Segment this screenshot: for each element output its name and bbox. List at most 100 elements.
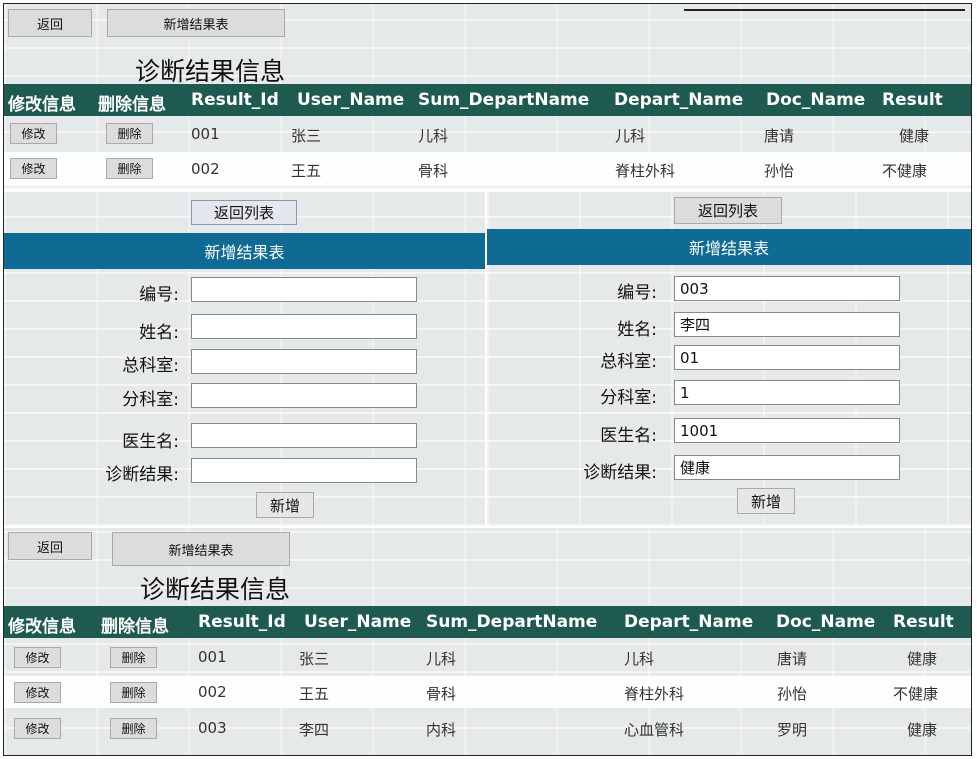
bottom-back-button[interactable]: 返回 [8, 532, 92, 560]
add-submit-button[interactable]: 新增 [737, 488, 795, 514]
cell-sum-depart: 儿科 [418, 127, 449, 145]
depart-input[interactable] [191, 383, 417, 408]
col-header-edit: 修改信息 [8, 95, 76, 115]
id-input[interactable] [191, 277, 417, 302]
cell-result-id: 001 [198, 648, 227, 666]
cell-result-id: 002 [198, 683, 227, 701]
form-header: 新增结果表 [487, 229, 971, 265]
cell-result-id: 003 [198, 719, 227, 737]
name-input[interactable] [191, 314, 417, 339]
col-header-doc-name: Doc_Name [776, 612, 876, 632]
label-sum-depart: 总科室: [600, 352, 657, 372]
cell-result: 健康 [899, 127, 930, 145]
form-back-to-list-button[interactable]: 返回列表 [191, 200, 297, 225]
form-back-to-list-button[interactable]: 返回列表 [674, 197, 782, 224]
col-header-edit: 修改信息 [8, 617, 76, 637]
screenshot-frame: 返回 新增结果表 诊断结果信息 修改信息 删除信息 Result_Id User… [3, 3, 972, 756]
cell-sum-depart: 骨科 [426, 685, 457, 703]
sum-depart-input[interactable] [674, 345, 900, 370]
col-header-result-id: Result_Id [191, 90, 279, 110]
cell-doc-name: 孙怡 [764, 162, 795, 180]
bottom-table-header: 修改信息 删除信息 Result_Id User_Name Sum_Depart… [4, 606, 971, 638]
label-doctor: 医生名: [122, 432, 179, 452]
cell-user-name: 张三 [291, 127, 322, 145]
label-id: 编号: [139, 285, 179, 305]
delete-button[interactable]: 删除 [106, 158, 153, 179]
table-row: 修改 删除 002 王五 骨科 脊柱外科 孙怡 不健康 [4, 676, 971, 708]
cell-depart-name: 儿科 [624, 650, 655, 668]
top-page-title: 诊断结果信息 [135, 57, 286, 86]
col-header-depart-name: Depart_Name [614, 90, 744, 110]
result-input[interactable] [674, 455, 900, 480]
table-row: 修改 删除 002 王五 骨科 脊柱外科 孙怡 不健康 [4, 152, 971, 186]
cell-depart-name: 脊柱外科 [624, 685, 685, 703]
bottom-add-result-button[interactable]: 新增结果表 [112, 532, 290, 566]
cell-user-name: 张三 [299, 650, 330, 668]
table-row: 修改 删除 001 张三 儿科 儿科 唐请 健康 [4, 118, 971, 150]
col-header-user-name: User_Name [297, 90, 405, 110]
cell-sum-depart: 骨科 [418, 162, 449, 180]
label-name: 姓名: [617, 320, 657, 340]
edit-button[interactable]: 修改 [10, 158, 57, 179]
top-divider-line [684, 9, 965, 11]
edit-button[interactable]: 修改 [14, 682, 61, 703]
add-submit-button[interactable]: 新增 [256, 492, 314, 518]
cell-result-id: 002 [191, 160, 220, 178]
cell-result: 不健康 [882, 162, 928, 180]
col-header-result-id: Result_Id [198, 612, 286, 632]
doctor-input[interactable] [191, 423, 417, 448]
label-depart: 分科室: [600, 388, 657, 408]
col-header-result: Result [893, 612, 954, 632]
label-depart: 分科室: [122, 390, 179, 410]
delete-button[interactable]: 删除 [110, 718, 157, 739]
depart-input[interactable] [674, 380, 900, 405]
col-header-sum-depart: Sum_DepartName [418, 90, 590, 110]
cell-result: 不健康 [893, 685, 939, 703]
edit-button[interactable]: 修改 [14, 647, 61, 668]
bottom-list-panel: 返回 新增结果表 诊断结果信息 修改信息 删除信息 Result_Id User… [4, 528, 971, 755]
top-table-header: 修改信息 删除信息 Result_Id User_Name Sum_Depart… [4, 84, 971, 116]
col-header-delete: 删除信息 [101, 617, 169, 637]
label-name: 姓名: [139, 323, 179, 343]
edit-button[interactable]: 修改 [10, 123, 57, 144]
cell-user-name: 王五 [291, 162, 322, 180]
delete-button[interactable]: 删除 [106, 123, 153, 144]
table-row: 修改 删除 001 张三 儿科 儿科 唐请 健康 [4, 641, 971, 673]
col-header-delete: 删除信息 [98, 95, 166, 115]
id-input[interactable] [674, 276, 900, 301]
cell-doc-name: 唐请 [764, 127, 795, 145]
col-header-sum-depart: Sum_DepartName [426, 612, 598, 632]
label-sum-depart: 总科室: [122, 356, 179, 376]
form-header: 新增结果表 [4, 233, 485, 269]
cell-depart-name: 脊柱外科 [615, 162, 676, 180]
col-header-result: Result [882, 90, 943, 110]
delete-button[interactable]: 删除 [110, 647, 157, 668]
top-list-panel: 返回 新增结果表 诊断结果信息 修改信息 删除信息 Result_Id User… [4, 4, 971, 189]
top-back-button[interactable]: 返回 [8, 9, 92, 37]
label-doctor: 医生名: [600, 426, 657, 446]
cell-result-id: 001 [191, 125, 220, 143]
cell-doc-name: 孙怡 [777, 685, 808, 703]
cell-result: 健康 [907, 650, 938, 668]
col-header-depart-name: Depart_Name [624, 612, 754, 632]
filled-form-panel: 返回列表 新增结果表 编号: 姓名: 总科室: 分科室: 医生名: 诊断结果: … [487, 192, 971, 526]
cell-depart-name: 心血管科 [624, 721, 685, 739]
col-header-doc-name: Doc_Name [766, 90, 866, 110]
doctor-input[interactable] [674, 418, 900, 443]
delete-button[interactable]: 删除 [110, 682, 157, 703]
cell-sum-depart: 内科 [426, 721, 457, 739]
label-result: 诊断结果: [583, 463, 657, 483]
cell-doc-name: 罗明 [777, 721, 808, 739]
sum-depart-input[interactable] [191, 349, 417, 374]
empty-form-panel: 返回列表 新增结果表 编号: 姓名: 总科室: 分科室: 医生名: 诊断结果: … [4, 192, 485, 526]
edit-button[interactable]: 修改 [14, 718, 61, 739]
cell-depart-name: 儿科 [615, 127, 646, 145]
top-add-result-button[interactable]: 新增结果表 [107, 9, 285, 37]
cell-sum-depart: 儿科 [426, 650, 457, 668]
label-id: 编号: [617, 283, 657, 303]
table-row: 修改 删除 003 李四 内科 心血管科 罗明 健康 [4, 712, 971, 744]
result-input[interactable] [191, 458, 417, 483]
name-input[interactable] [674, 312, 900, 337]
cell-result: 健康 [907, 721, 938, 739]
cell-user-name: 王五 [299, 685, 330, 703]
